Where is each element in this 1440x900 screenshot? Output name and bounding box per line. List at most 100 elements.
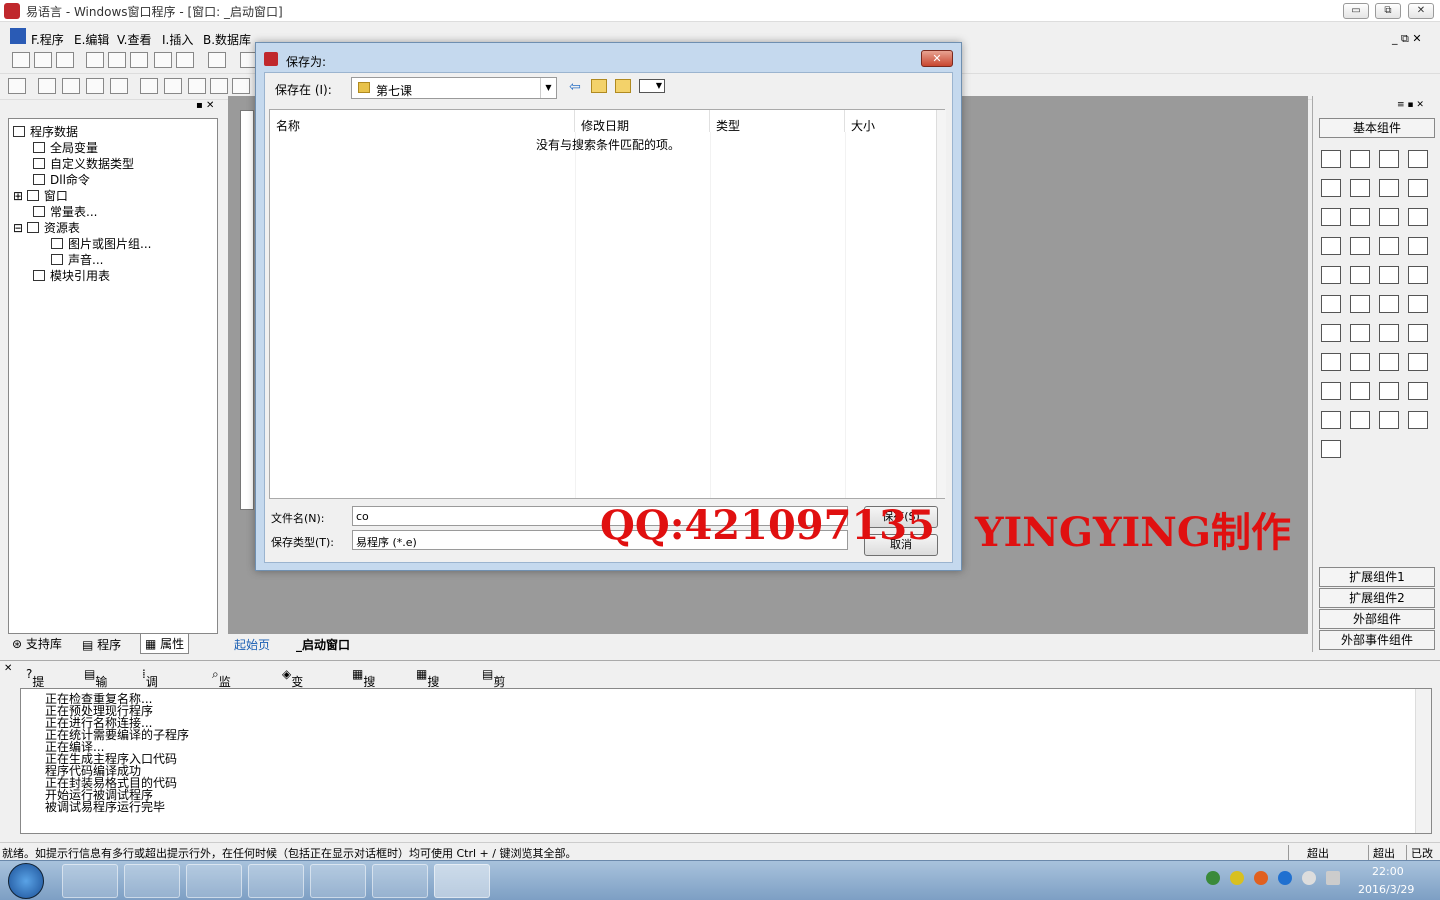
checkbox-icon[interactable]	[1321, 208, 1341, 226]
undo-icon[interactable]	[176, 52, 194, 68]
center-icon[interactable]	[232, 78, 250, 94]
status-icon[interactable]	[1379, 324, 1399, 342]
col-type[interactable]: 类型	[710, 110, 845, 133]
col-modified[interactable]: 修改日期	[575, 110, 710, 133]
tab-properties[interactable]: ▦ 属性	[140, 633, 190, 654]
same-height-icon[interactable]	[164, 78, 182, 94]
align-right-icon[interactable]	[86, 78, 104, 94]
odbc-icon[interactable]	[1350, 411, 1370, 429]
align-left-icon[interactable]	[38, 78, 56, 94]
external-event-components[interactable]: 外部事件组件	[1319, 630, 1435, 650]
tab-tips[interactable]: ? 提示	[26, 667, 44, 706]
back-icon[interactable]: ⇦	[569, 79, 581, 95]
cut-icon[interactable]	[86, 52, 104, 68]
tab-watch[interactable]: ⌕ 监视表	[212, 667, 231, 723]
new-folder-icon[interactable]	[615, 79, 631, 93]
paste-icon[interactable]	[130, 52, 148, 68]
refresh-app-icon[interactable]	[124, 864, 180, 898]
menu-view[interactable]: V.查看	[117, 31, 151, 48]
save-icon[interactable]	[56, 52, 74, 68]
tab-output[interactable]: ▤ 输出	[84, 667, 107, 706]
clock-time[interactable]: 22:00	[1372, 865, 1404, 878]
input-icon[interactable]	[1350, 295, 1370, 313]
timer-icon[interactable]	[1321, 353, 1341, 371]
tab-search1[interactable]: ▦ 搜寻1	[352, 667, 375, 721]
calculator-icon[interactable]	[62, 864, 118, 898]
tree-item-dll[interactable]: Dll命令	[33, 171, 90, 188]
component-panel-controls[interactable]: ≡ ▪ ✕	[1397, 100, 1424, 110]
edit-box-icon[interactable]	[1321, 179, 1341, 197]
menu-program[interactable]: F.程序	[31, 31, 64, 48]
explorer-icon[interactable]	[248, 864, 304, 898]
tab-start-page[interactable]: 起始页	[234, 636, 270, 653]
tab-startup-window[interactable]: _启动窗口	[296, 636, 350, 653]
ext-components-1[interactable]: 扩展组件1	[1319, 567, 1435, 587]
groupbox-icon[interactable]	[1379, 208, 1399, 226]
spacing-h-icon[interactable]	[188, 78, 206, 94]
tab-icon[interactable]	[1350, 266, 1370, 284]
form-icon[interactable]	[8, 78, 26, 94]
dialog-close-button[interactable]: ✕	[921, 50, 953, 67]
tab-program[interactable]: ▤ 程序	[82, 636, 121, 653]
chart-icon[interactable]	[1379, 411, 1399, 429]
char-icon[interactable]	[1379, 179, 1399, 197]
frame-icon[interactable]	[1379, 382, 1399, 400]
col-name[interactable]: 名称	[270, 110, 575, 133]
port-icon[interactable]	[1350, 382, 1370, 400]
odbc2-icon[interactable]	[1408, 411, 1428, 429]
list-scrollbar[interactable]	[936, 110, 946, 498]
mdi-controls[interactable]: _ ⧉ ✕	[1392, 32, 1422, 46]
tree-item-constants[interactable]: 常量表...	[33, 203, 97, 220]
align-center-icon[interactable]	[62, 78, 80, 94]
tab-support-lib[interactable]: ⊛ 支持库	[12, 635, 62, 652]
spacing-v-icon[interactable]	[210, 78, 228, 94]
tray-qq-icon[interactable]	[1254, 871, 1268, 885]
align-top-icon[interactable]	[110, 78, 128, 94]
tray-k-icon[interactable]	[1278, 871, 1292, 885]
ext-components-2[interactable]: 扩展组件2	[1319, 588, 1435, 608]
output-panel-close[interactable]: ✕	[4, 663, 12, 674]
tab-call-table[interactable]: ⁞ 调用表	[142, 667, 158, 723]
tab-clip-history[interactable]: ▤ 剪辑历史	[482, 667, 505, 740]
tree-item-pictures[interactable]: 图片或图片组...	[51, 235, 151, 252]
db-icon[interactable]	[1321, 411, 1341, 429]
menu-database[interactable]: B.数据库	[203, 31, 251, 48]
close-button[interactable]: ✕	[1408, 3, 1434, 19]
pencil-app-icon[interactable]	[310, 864, 366, 898]
toolbar-icon[interactable]	[1408, 324, 1428, 342]
external-components[interactable]: 外部组件	[1319, 609, 1435, 629]
file-list[interactable]: 名称 修改日期 类型 大小 没有与搜索条件匹配的项。	[269, 109, 946, 499]
listbox-icon[interactable]	[1408, 208, 1428, 226]
start-button[interactable]	[8, 863, 44, 899]
image-frame-icon[interactable]	[1350, 179, 1370, 197]
network-icon[interactable]	[1326, 871, 1340, 885]
tree-item-window[interactable]: ⊞ 窗口	[13, 187, 68, 204]
shape-icon[interactable]	[1408, 150, 1428, 168]
save-in-combo[interactable]: 第七课 ▼	[351, 77, 557, 99]
panel-controls[interactable]: ▪ ✕	[196, 100, 214, 111]
tab-variables[interactable]: ◈ 变量表	[282, 667, 303, 723]
menu-insert[interactable]: I.插入	[162, 31, 193, 48]
tree-item-modules[interactable]: 模块引用表	[33, 267, 110, 284]
tree-item-resources[interactable]: ⊟ 资源表	[13, 219, 80, 236]
tray-smiley-icon[interactable]	[1230, 871, 1244, 885]
tree-root[interactable]: 程序数据	[13, 123, 78, 140]
odbc3-icon[interactable]	[1321, 440, 1341, 458]
maximize-button[interactable]: ⧉	[1375, 3, 1401, 19]
tree-item-sounds[interactable]: 声音...	[51, 251, 103, 268]
eyuyan-taskbar-icon[interactable]	[434, 864, 490, 898]
server-icon[interactable]	[1321, 382, 1341, 400]
minimize-button[interactable]: ▭	[1343, 3, 1369, 19]
rich-icon[interactable]	[1408, 266, 1428, 284]
client-icon[interactable]	[1408, 353, 1428, 371]
spin-icon[interactable]	[1379, 266, 1399, 284]
col-size[interactable]: 大小	[845, 110, 937, 133]
data-icon[interactable]	[1350, 324, 1370, 342]
output-panel[interactable]: 正在检查重复名称... 正在预处理现行程序 正在进行名称连接... 正在统计需要…	[20, 688, 1432, 834]
find-icon[interactable]	[208, 52, 226, 68]
grid-icon[interactable]	[1321, 324, 1341, 342]
basic-components-header[interactable]: 基本组件	[1319, 118, 1435, 138]
pointer-icon[interactable]	[1321, 150, 1341, 168]
clock-date[interactable]: 2016/3/29	[1358, 883, 1414, 896]
radio-icon[interactable]	[1350, 208, 1370, 226]
